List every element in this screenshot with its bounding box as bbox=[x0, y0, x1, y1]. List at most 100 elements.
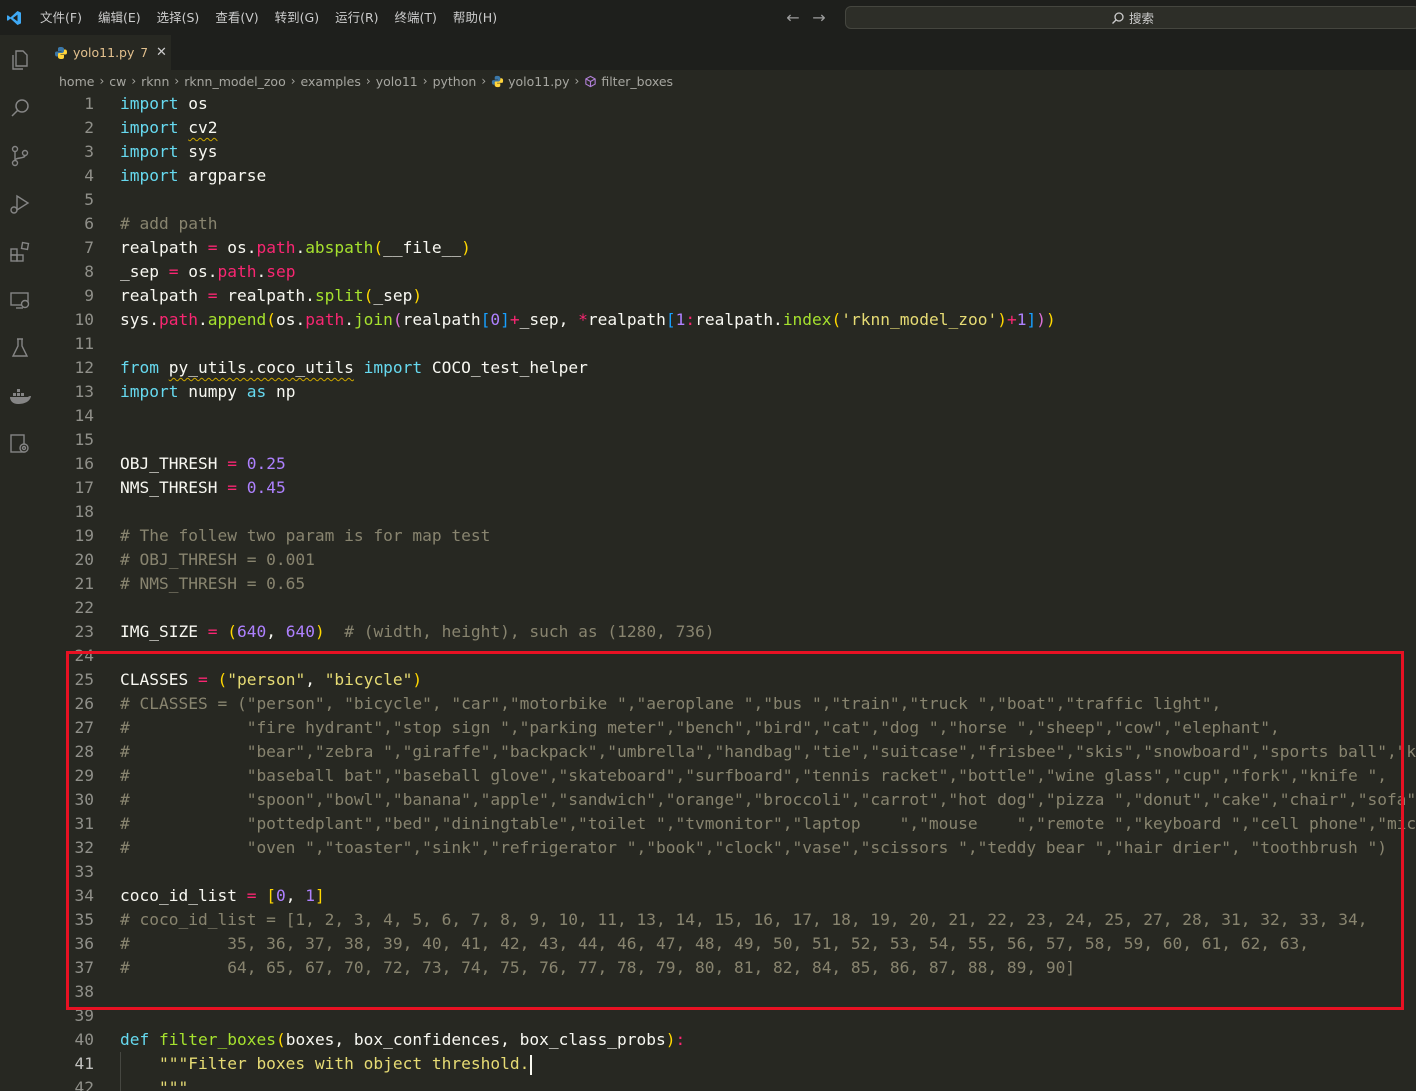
code-line[interactable]: 28 # "bear","zebra ","giraffe","backpack"… bbox=[44, 740, 1416, 764]
run-debug-icon[interactable] bbox=[6, 190, 34, 218]
code-line[interactable]: 3 import sys bbox=[44, 140, 1416, 164]
code-line[interactable]: 12 from py_utils.coco_utils import COCO_t… bbox=[44, 356, 1416, 380]
code-line[interactable]: 2 import cv2 bbox=[44, 116, 1416, 140]
code-line[interactable]: 32 # "oven ","toaster","sink","refrigerat… bbox=[44, 836, 1416, 860]
line-number: 6 bbox=[84, 214, 94, 233]
breadcrumb-rknn[interactable]: rknn bbox=[141, 74, 169, 89]
line-code: def filter_boxes(boxes, box_confidences,… bbox=[120, 1030, 686, 1049]
code-line[interactable]: 36 # 35, 36, 37, 38, 39, 40, 41, 42, 43, … bbox=[44, 932, 1416, 956]
menu-selection[interactable]: 选择(S) bbox=[149, 0, 208, 35]
code-line[interactable]: 20 # OBJ_THRESH = 0.001 bbox=[44, 548, 1416, 572]
code-line[interactable]: 17 NMS_THRESH = 0.45 bbox=[44, 476, 1416, 500]
code-line[interactable]: 1 import os bbox=[44, 92, 1416, 116]
command-center-search[interactable]: 搜索 bbox=[845, 6, 1416, 29]
line-number: 35 bbox=[74, 910, 95, 929]
line-code: # 35, 36, 37, 38, 39, 40, 41, 42, 43, 44… bbox=[120, 934, 1309, 953]
code-line[interactable]: 6 # add path bbox=[44, 212, 1416, 236]
code-line[interactable]: 7 realpath = os.path.abspath(__file__) bbox=[44, 236, 1416, 260]
line-number: 20 bbox=[74, 550, 95, 569]
testing-icon[interactable] bbox=[6, 334, 34, 362]
line-number: 31 bbox=[74, 814, 95, 833]
code-line[interactable]: 35 # coco_id_list = [1, 2, 3, 4, 5, 6, 7,… bbox=[44, 908, 1416, 932]
back-arrow-icon[interactable]: ← bbox=[785, 8, 801, 27]
code-line[interactable]: 23 IMG_SIZE = (640, 640) # (width, height… bbox=[44, 620, 1416, 644]
menu-view[interactable]: 查看(V) bbox=[207, 0, 266, 35]
code-line[interactable]: 21 # NMS_THRESH = 0.65 bbox=[44, 572, 1416, 596]
code-line[interactable]: 42 """ bbox=[44, 1076, 1416, 1091]
code-line[interactable]: 29 # "baseball bat","baseball glove","ska… bbox=[44, 764, 1416, 788]
code-line[interactable]: 41 """Filter boxes with object threshold… bbox=[44, 1052, 1416, 1076]
code-line[interactable]: 39 bbox=[44, 1004, 1416, 1028]
code-line[interactable]: 9 realpath = realpath.split(_sep) bbox=[44, 284, 1416, 308]
chevron-right-icon: › bbox=[481, 74, 487, 88]
explorer-icon[interactable] bbox=[6, 46, 34, 74]
code-line[interactable]: 33 bbox=[44, 860, 1416, 884]
line-number: 12 bbox=[74, 358, 95, 377]
close-icon[interactable]: ✕ bbox=[156, 45, 167, 60]
code-line[interactable]: 31 # "pottedplant","bed","diningtable","t… bbox=[44, 812, 1416, 836]
code-line[interactable]: 11 bbox=[44, 332, 1416, 356]
breadcrumb-examples[interactable]: examples bbox=[301, 74, 361, 89]
settings-sync-icon[interactable] bbox=[6, 430, 34, 458]
chevron-right-icon: › bbox=[131, 74, 137, 88]
line-number: 13 bbox=[74, 382, 95, 401]
line-code: # add path bbox=[120, 214, 218, 233]
source-control-icon[interactable] bbox=[6, 142, 34, 170]
code-line[interactable]: 25 CLASSES = ("person", "bicycle") bbox=[44, 668, 1416, 692]
breadcrumb-cw[interactable]: cw bbox=[109, 74, 126, 89]
code-line[interactable]: 16 OBJ_THRESH = 0.25 bbox=[44, 452, 1416, 476]
menu-terminal[interactable]: 终端(T) bbox=[387, 0, 445, 35]
menu-run[interactable]: 运行(R) bbox=[327, 0, 386, 35]
line-code: # "oven ","toaster","sink","refrigerator… bbox=[120, 838, 1387, 857]
breadcrumb-file[interactable]: yolo11.py bbox=[508, 74, 569, 89]
code-line[interactable]: 18 bbox=[44, 500, 1416, 524]
code-line[interactable]: 40 def filter_boxes(boxes, box_confidence… bbox=[44, 1028, 1416, 1052]
code-line[interactable]: 22 bbox=[44, 596, 1416, 620]
menu-help[interactable]: 帮助(H) bbox=[445, 0, 505, 35]
code-line[interactable]: 13 import numpy as np bbox=[44, 380, 1416, 404]
search-icon[interactable] bbox=[6, 94, 34, 122]
tab-yolo11-py[interactable]: yolo11.py 7 ✕ bbox=[44, 35, 171, 70]
menu-edit[interactable]: 编辑(E) bbox=[90, 0, 149, 35]
line-code: import os bbox=[120, 94, 208, 113]
line-code: import cv2 bbox=[120, 118, 218, 137]
menu-file[interactable]: 文件(F) bbox=[32, 0, 90, 35]
chevron-right-icon: › bbox=[174, 74, 180, 88]
menu-go[interactable]: 转到(G) bbox=[267, 0, 327, 35]
code-line[interactable]: 34 coco_id_list = [0, 1] bbox=[44, 884, 1416, 908]
line-code: import argparse bbox=[120, 166, 267, 185]
code-line[interactable]: 15 bbox=[44, 428, 1416, 452]
breadcrumb-python[interactable]: python bbox=[433, 74, 477, 89]
docker-icon[interactable] bbox=[6, 382, 34, 410]
line-code: CLASSES = ("person", "bicycle") bbox=[120, 670, 423, 689]
code-line[interactable]: 27 # "fire hydrant","stop sign ","parking… bbox=[44, 716, 1416, 740]
code-editor[interactable]: 1 import os 2 import cv2 3 import sys 4 import … bbox=[44, 92, 1416, 1091]
code-line[interactable]: 26 # CLASSES = ("person", "bicycle", "car… bbox=[44, 692, 1416, 716]
code-line[interactable]: 30 # "spoon","bowl","banana","apple","san… bbox=[44, 788, 1416, 812]
line-code: # "baseball bat","baseball glove","skate… bbox=[120, 766, 1387, 785]
line-code: # OBJ_THRESH = 0.001 bbox=[120, 550, 315, 569]
line-number: 24 bbox=[74, 646, 95, 665]
code-line[interactable]: 24 bbox=[44, 644, 1416, 668]
code-line[interactable]: 38 bbox=[44, 980, 1416, 1004]
line-number: 3 bbox=[84, 142, 94, 161]
code-line[interactable]: 37 # 64, 65, 67, 70, 72, 73, 74, 75, 76, … bbox=[44, 956, 1416, 980]
extensions-icon[interactable] bbox=[6, 238, 34, 266]
breadcrumb-rknn-model-zoo[interactable]: rknn_model_zoo bbox=[184, 74, 286, 89]
remote-explorer-icon[interactable] bbox=[6, 286, 34, 314]
breadcrumb-yolo11[interactable]: yolo11 bbox=[376, 74, 418, 89]
code-line[interactable]: 8 _sep = os.path.sep bbox=[44, 260, 1416, 284]
code-line[interactable]: 10 sys.path.append(os.path.join(realpath[… bbox=[44, 308, 1416, 332]
breadcrumb-home[interactable]: home bbox=[59, 74, 94, 89]
breadcrumb-symbol[interactable]: filter_boxes bbox=[601, 74, 673, 89]
line-code: # "fire hydrant","stop sign ","parking m… bbox=[120, 718, 1280, 737]
line-number: 34 bbox=[74, 886, 95, 905]
code-line[interactable]: 19 # The follew two param is for map test bbox=[44, 524, 1416, 548]
code-line[interactable]: 14 bbox=[44, 404, 1416, 428]
python-file-icon bbox=[491, 75, 504, 88]
code-line[interactable]: 4 import argparse bbox=[44, 164, 1416, 188]
line-number: 25 bbox=[74, 670, 95, 689]
code-line[interactable]: 5 bbox=[44, 188, 1416, 212]
line-number: 18 bbox=[74, 502, 95, 521]
forward-arrow-icon[interactable]: → bbox=[811, 8, 827, 27]
